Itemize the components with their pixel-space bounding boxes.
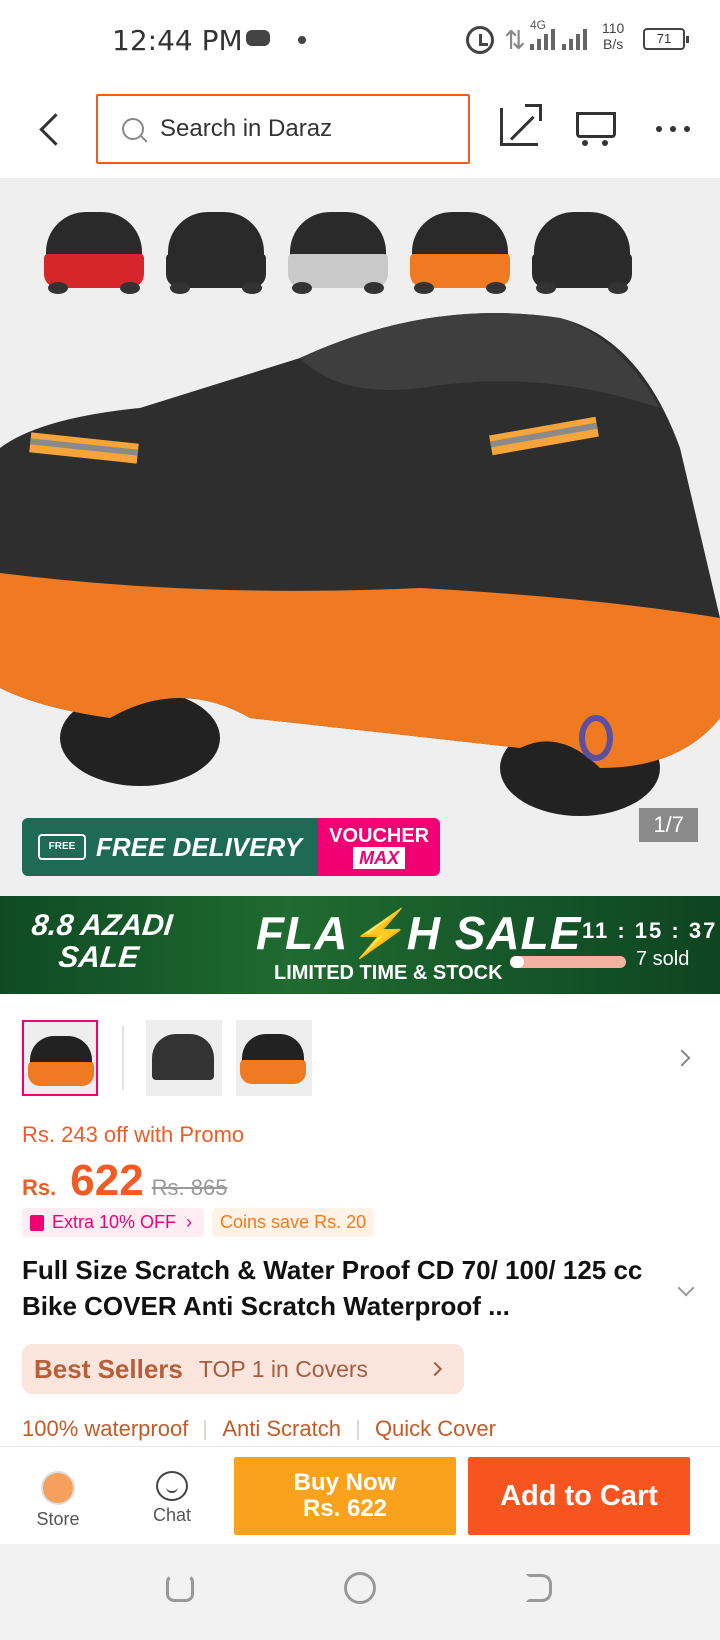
chevron-right-icon [427,1361,443,1377]
search-input[interactable]: Search in Daraz [96,94,470,164]
chat-button[interactable]: Chat [142,1471,202,1526]
chat-label: Chat [152,1505,192,1525]
status-bar: 12:44 PM ⇅ 4G 110 B/s 71 [0,0,720,82]
color-variant-thumb[interactable] [528,208,636,300]
free-delivery-label: FREE FREE DELIVERY [22,818,319,876]
home-icon[interactable] [344,1572,376,1604]
sold-progress-fill [510,956,524,968]
cart-icon[interactable] [574,108,616,148]
current-price: 622 [70,1156,144,1205]
buy-now-label: Buy Now [293,1469,397,1496]
campaign-line-1: 8.8 AZADI [30,909,175,942]
countdown-timer: 11 : 15 : 37 [582,918,718,943]
campaign-line-2: SALE [56,941,141,974]
chevron-right-icon[interactable] [673,1049,691,1067]
back-gesture-icon[interactable] [526,1574,552,1602]
offer-badges: Extra 10% OFF › Coins save Rs. 20 [22,1208,375,1237]
speed-unit: B/s [603,36,624,52]
feature-tags: 100% waterproof Anti Scratch Quick Cover [22,1416,496,1442]
share-icon[interactable] [500,104,542,146]
promo-discount: Rs. 243 off with Promo [22,1122,245,1147]
voucher-text: VOUCHER [329,825,430,847]
best-sellers-logo: Best Sellers [34,1353,183,1384]
extra-off-text: Extra 10% OFF [52,1212,177,1232]
search-icon [122,118,144,140]
lightning-bolt-icon: ⚡ [348,907,407,959]
network-speed: 110 B/s [602,20,624,52]
original-price: Rs. 865 [151,1175,228,1200]
store-button[interactable]: Store [30,1471,86,1530]
image-counter: 1/7 [639,808,698,842]
system-navigation-bar [0,1544,720,1640]
game-controller-icon [246,30,270,46]
store-label: Store [36,1509,80,1529]
voucher-max-text: MAX [353,847,406,869]
color-variant-strip [40,208,636,300]
data-transfer-icon: ⇅ [504,26,526,56]
chat-icon [156,1471,188,1501]
buy-now-button[interactable]: Buy Now Rs. 622 [234,1457,456,1535]
coins-save-badge: Coins save Rs. 20 [212,1208,375,1237]
flash-sale-banner[interactable]: 8.8 AZADI SALE FLA⚡H SALE LIMITED TIME &… [0,896,720,994]
color-variant-thumb[interactable] [284,208,392,300]
back-arrow-icon[interactable] [36,112,62,148]
voucher-icon [30,1214,44,1231]
feature-tag: 100% waterproof [22,1416,189,1441]
color-variant-thumb[interactable] [40,208,148,300]
thumbnail-selected[interactable] [22,1020,98,1096]
free-delivery-text: FREE DELIVERY [96,831,303,862]
store-logo-icon [41,1471,75,1505]
color-variant-thumb[interactable] [406,208,514,300]
notification-dot-icon [298,36,306,44]
search-placeholder: Search in Daraz [160,115,333,142]
thumbnail-divider [122,1026,124,1090]
recent-apps-icon[interactable] [166,1574,194,1602]
flash-sale-title: FLA⚡H SALE [256,906,581,961]
alarm-icon [466,26,494,54]
speed-value: 110 [602,20,625,36]
feature-divider [356,1420,359,1440]
signal-strength-icon [530,26,555,50]
flash-sale-subtitle: LIMITED TIME & STOCK [274,962,503,984]
feature-tag: Quick Cover [374,1416,496,1441]
chevron-right-icon: › [186,1212,193,1232]
signal-strength-2-icon [562,26,587,50]
product-title: Full Size Scratch & Water Proof CD 70/ 1… [22,1255,643,1321]
price-block: Rs. 622 Rs. 865 [22,1156,228,1206]
sold-count: 7 sold [636,948,690,970]
free-delivery-voucher-badge: FREE FREE DELIVERY VOUCHER MAX [22,818,441,876]
buy-now-price: Rs. 622 [302,1495,388,1522]
flash-title-part-2: H SALE [406,907,582,959]
battery-icon: 71 [643,28,689,50]
feature-tag: Anti Scratch [222,1416,341,1441]
sold-progress-bar [510,956,626,968]
best-sellers-rank-text: TOP 1 in Covers [198,1355,369,1382]
extra-off-badge[interactable]: Extra 10% OFF › [22,1208,205,1237]
more-options-icon[interactable] [656,126,662,132]
add-to-cart-button[interactable]: Add to Cart [468,1457,690,1535]
clock: 12:44 PM [112,24,243,57]
image-thumbnail-strip [22,1020,326,1096]
top-header: Search in Daraz [0,82,720,178]
voucher-max-label: VOUCHER MAX [318,818,441,876]
feature-divider [204,1420,207,1440]
chevron-down-icon[interactable] [677,1279,695,1297]
thumbnail[interactable] [146,1020,222,1096]
thumbnail[interactable] [236,1020,312,1096]
product-image-bike-cover [0,313,720,816]
product-image-gallery[interactable]: FREE FREE DELIVERY VOUCHER MAX 1/7 [0,178,720,896]
campaign-logo: 8.8 AZADI SALE [27,909,175,974]
best-sellers-rank[interactable]: Best Sellers TOP 1 in Covers [22,1344,464,1394]
flash-title-part-1: FLA [256,907,349,959]
bottom-action-bar: Store Chat Buy Now Rs. 622 Add to Cart [0,1446,720,1544]
color-variant-thumb[interactable] [162,208,270,300]
delivery-truck-icon: FREE [38,834,86,860]
currency: Rs. [22,1175,57,1200]
